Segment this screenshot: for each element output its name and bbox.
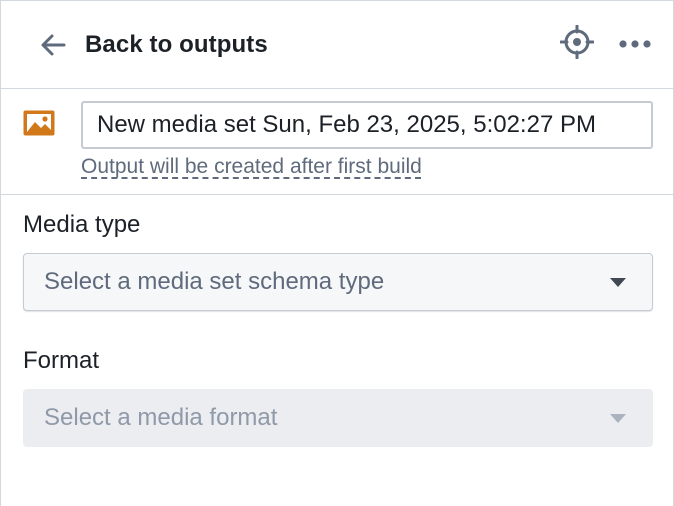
- media-image-icon: [22, 109, 56, 137]
- back-to-outputs-button[interactable]: Back to outputs: [37, 29, 268, 61]
- panel-header: Back to outputs: [1, 1, 673, 89]
- format-label: Format: [23, 347, 100, 374]
- media-type-select[interactable]: Select a media set schema type: [23, 253, 653, 311]
- arrow-left-icon: [37, 29, 69, 61]
- format-placeholder: Select a media format: [44, 404, 278, 431]
- locate-button[interactable]: [559, 24, 595, 64]
- caret-down-icon: [610, 413, 626, 423]
- output-name-input[interactable]: [81, 101, 653, 149]
- locate-icon: [559, 24, 595, 64]
- output-config-panel: Back to outputs New media set Sun, Feb 2…: [0, 0, 674, 506]
- output-name-section: Output will be created after first build: [1, 89, 673, 195]
- media-type-label: Media type: [23, 211, 141, 238]
- back-to-outputs-label: Back to outputs: [85, 30, 268, 58]
- caret-down-icon: [610, 277, 626, 287]
- more-options-button[interactable]: [617, 27, 653, 63]
- output-status-note[interactable]: Output will be created after first build: [81, 155, 422, 179]
- more-horizontal-icon: [618, 36, 652, 54]
- media-type-placeholder: Select a media set schema type: [44, 268, 385, 295]
- format-select: Select a media format: [23, 389, 653, 447]
